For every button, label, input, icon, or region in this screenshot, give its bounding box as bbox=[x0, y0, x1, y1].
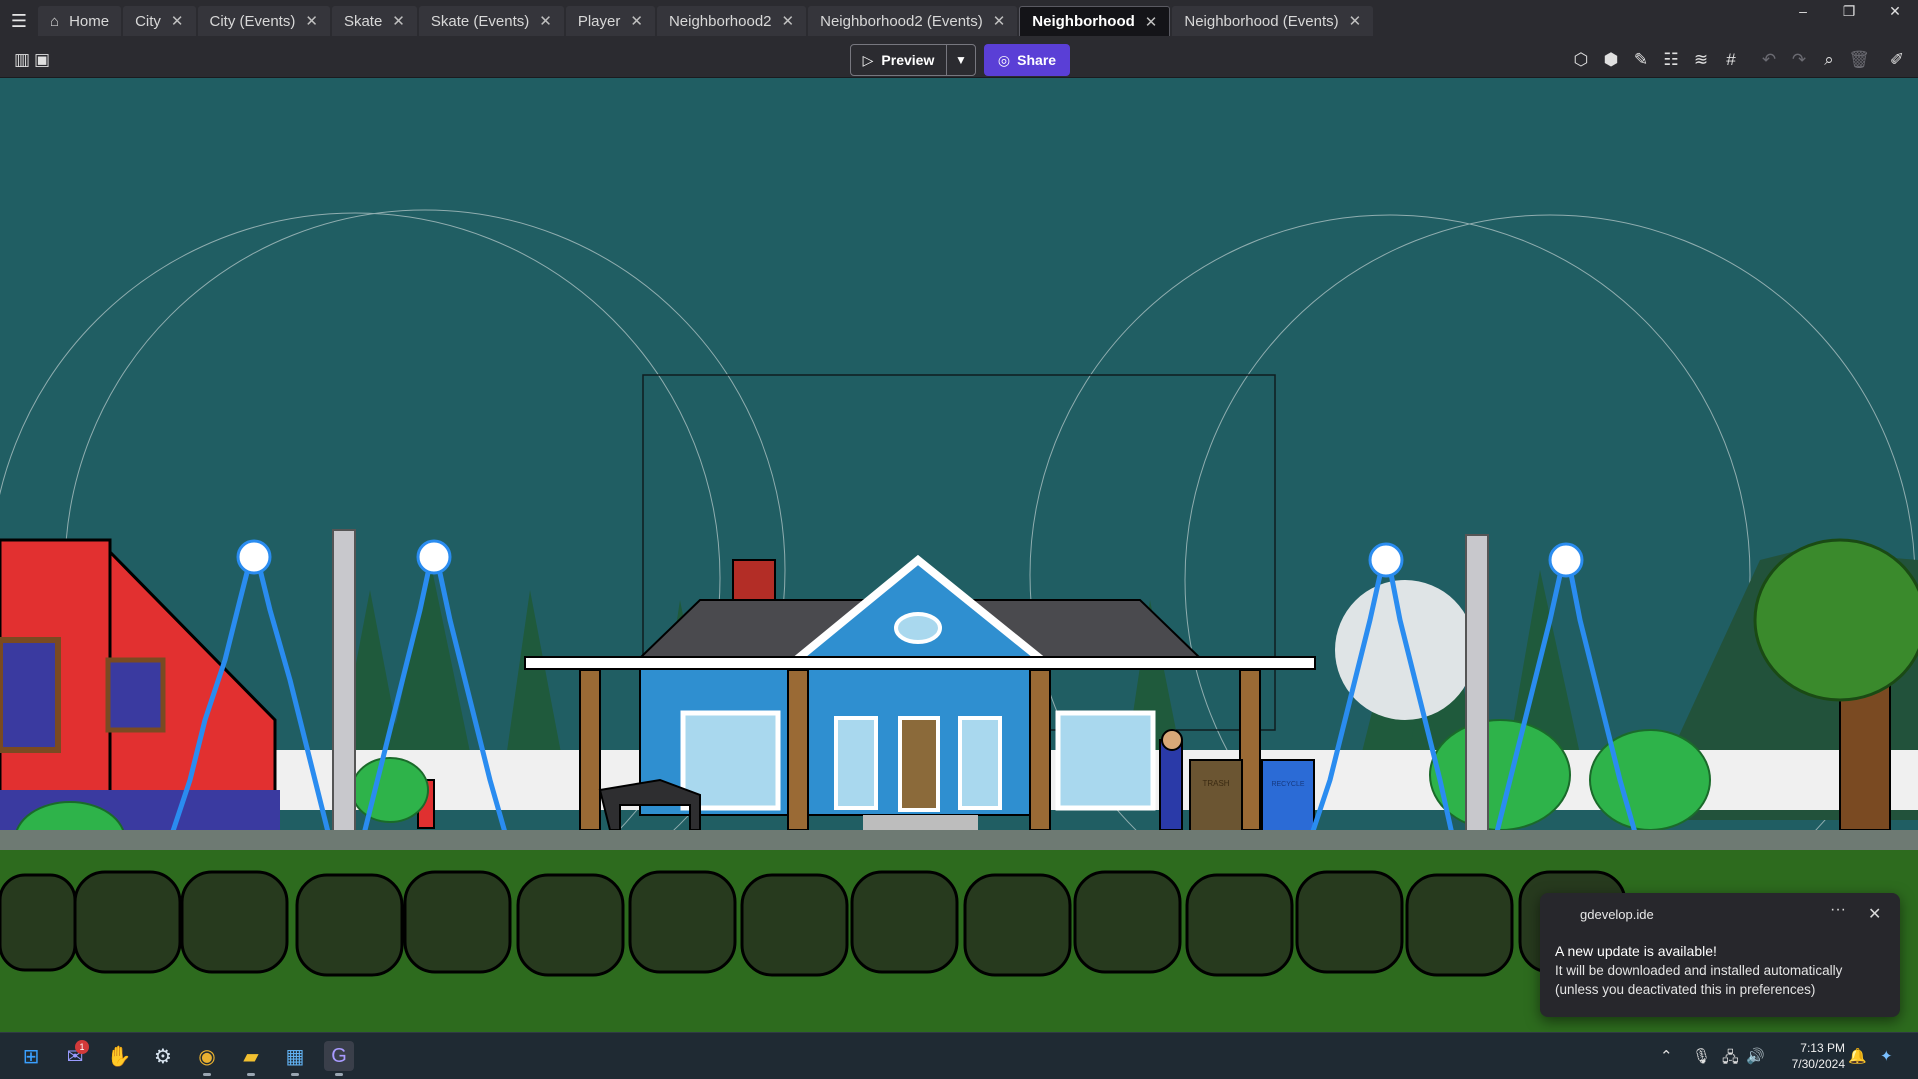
tab-city[interactable]: City ✕ bbox=[123, 6, 196, 36]
hand-icon[interactable]: ✋ bbox=[104, 1041, 134, 1071]
steam-icon[interactable]: ⚙ bbox=[148, 1041, 178, 1071]
tab-label: Home bbox=[69, 12, 110, 30]
notification-badge: 1 bbox=[75, 1040, 89, 1054]
share-label: Share bbox=[1017, 52, 1057, 68]
trash-bin-label: TRASH bbox=[1202, 779, 1229, 788]
tab-skate-events[interactable]: Skate (Events) ✕ bbox=[418, 6, 564, 36]
bell-icon[interactable]: 🔔 bbox=[1848, 1047, 1867, 1065]
scene-drawing: TRASH RECYCLE bbox=[0, 209, 1918, 1032]
tab-label: City bbox=[135, 12, 161, 30]
tab-city-events[interactable]: City (Events) ✕ bbox=[197, 6, 330, 36]
tab-label: Neighborhood (Events) bbox=[1184, 12, 1339, 30]
tab-label: City (Events) bbox=[209, 12, 296, 30]
tab-close-icon[interactable]: ✕ bbox=[1349, 12, 1362, 30]
scene-toolbar: ▥ ▣ ▷ Preview ▼ ◎ Share ⬡ ⬢ ✎ ☷ ≋ # ↶ ↷ … bbox=[0, 42, 1918, 78]
grid-icon[interactable]: # bbox=[1719, 48, 1743, 72]
tab-player[interactable]: Player ✕ bbox=[565, 6, 655, 36]
microphone-icon[interactable]: 🎙 bbox=[1692, 1047, 1711, 1065]
chrome-icon[interactable]: ◉ bbox=[192, 1041, 222, 1076]
tab-close-icon[interactable]: ✕ bbox=[1145, 13, 1158, 31]
instances-list-icon[interactable]: ☷ bbox=[1659, 48, 1683, 72]
share-button[interactable]: ◎ Share bbox=[984, 44, 1070, 76]
delete-icon[interactable]: 🗑 bbox=[1847, 48, 1871, 72]
tab-bar: ☰ ⌂ Home City ✕ City (Events) ✕ Skate ✕ Skate (E… bbox=[0, 0, 1918, 42]
tab-label: Neighborhood bbox=[1032, 13, 1135, 30]
tab-close-icon[interactable]: ✕ bbox=[305, 12, 318, 30]
tab-label: Neighborhood2 (Events) bbox=[820, 12, 983, 30]
volume-icon[interactable]: 🔊 bbox=[1746, 1047, 1765, 1065]
scene-properties-icon[interactable]: ▣ bbox=[30, 48, 54, 72]
tab-close-icon[interactable]: ✕ bbox=[171, 12, 184, 30]
tab-neighborhood[interactable]: Neighborhood ✕ bbox=[1019, 6, 1171, 36]
notification-title: A new update is available! bbox=[1555, 943, 1717, 959]
close-icon[interactable]: ✕ bbox=[1868, 904, 1881, 924]
restore-button[interactable]: ❐ bbox=[1826, 0, 1872, 22]
window-controls: – ❐ ✕ bbox=[1780, 0, 1918, 22]
preview-label: Preview bbox=[881, 52, 935, 68]
zoom-icon[interactable]: ⌕ bbox=[1817, 48, 1841, 72]
play-icon: ▷ bbox=[862, 51, 874, 68]
tab-neighborhood-events[interactable]: Neighborhood (Events) ✕ bbox=[1172, 6, 1374, 36]
file-explorer-icon[interactable]: ▰ bbox=[236, 1041, 266, 1076]
recycle-bin-label: RECYCLE bbox=[1271, 781, 1304, 788]
notification-source: gdevelop.ide bbox=[1580, 907, 1654, 922]
edit-scene-icon[interactable]: ✐ bbox=[1885, 48, 1909, 72]
tab-neighborhood2-events[interactable]: Neighborhood2 (Events) ✕ bbox=[808, 6, 1018, 36]
notification-body: It will be downloaded and installed auto… bbox=[1555, 963, 1843, 978]
chevron-up-icon[interactable]: ⌃ bbox=[1660, 1047, 1673, 1065]
more-options-icon[interactable]: ··· bbox=[1830, 901, 1846, 919]
tab-skate[interactable]: Skate ✕ bbox=[331, 6, 417, 36]
layers-icon[interactable]: ≋ bbox=[1689, 48, 1713, 72]
tab-close-icon[interactable]: ✕ bbox=[392, 12, 405, 30]
globe-icon: ◎ bbox=[997, 51, 1011, 68]
windows-start-icon[interactable]: ⊞ bbox=[16, 1041, 46, 1071]
tab-label: Skate bbox=[343, 12, 383, 30]
tab-close-icon[interactable]: ✕ bbox=[539, 12, 552, 30]
object-groups-icon[interactable]: ⬢ bbox=[1599, 48, 1623, 72]
photos-icon[interactable]: ▦ bbox=[280, 1041, 310, 1076]
edit-icon[interactable]: ✎ bbox=[1629, 48, 1653, 72]
tab-label: Skate (Events) bbox=[430, 12, 530, 30]
home-icon: ⌂ bbox=[50, 12, 60, 30]
hedge-row bbox=[0, 870, 1627, 977]
trash-bin bbox=[1189, 759, 1243, 833]
tab-label: Neighborhood2 bbox=[668, 12, 772, 30]
tab-label: Player bbox=[577, 12, 621, 30]
update-notification: gdevelop.ide ··· ✕ A new update is avail… bbox=[1540, 893, 1900, 1017]
sidewalk bbox=[0, 830, 1918, 850]
preview-button[interactable]: ▷ Preview bbox=[851, 45, 947, 75]
clock-date: 7/30/2024 bbox=[1791, 1057, 1845, 1071]
notification-body: (unless you deactivated this in preferen… bbox=[1555, 982, 1816, 997]
undo-icon[interactable]: ↶ bbox=[1757, 48, 1781, 72]
close-window-button[interactable]: ✕ bbox=[1872, 0, 1918, 22]
minimize-button[interactable]: – bbox=[1780, 0, 1826, 22]
copilot-icon[interactable]: ✦ bbox=[1880, 1047, 1893, 1065]
tab-close-icon[interactable]: ✕ bbox=[782, 12, 795, 30]
tab-close-icon[interactable]: ✕ bbox=[630, 12, 643, 30]
object-icon[interactable]: ⬡ bbox=[1569, 48, 1593, 72]
preview-dropdown-button[interactable]: ▼ bbox=[947, 45, 975, 75]
scene-canvas[interactable]: TRASH RECYCLE gdevelop.ide ··· ✕ A new u… bbox=[0, 78, 1918, 1032]
clock[interactable]: 7:13 PM 7/30/2024 bbox=[1775, 1040, 1845, 1072]
police-officer-sprite bbox=[1159, 729, 1183, 831]
preview-button-group: ▷ Preview ▼ bbox=[850, 44, 976, 76]
windows-taskbar: ⊞ ✉ 1 ✋ ⚙ ◉ ▰ ▦ G ⌃ 🎙 🖧 🔊 7:13 PM 7/30/2… bbox=[0, 1032, 1918, 1079]
tab-close-icon[interactable]: ✕ bbox=[993, 12, 1006, 30]
recycle-bin bbox=[1261, 759, 1315, 833]
network-icon[interactable]: 🖧 bbox=[1722, 1047, 1739, 1072]
hamburger-menu-icon[interactable]: ☰ bbox=[0, 0, 38, 42]
chevron-down-icon: ▼ bbox=[955, 53, 967, 67]
red-building bbox=[0, 538, 280, 830]
redo-icon[interactable]: ↷ bbox=[1787, 48, 1811, 72]
gdevelop-icon[interactable]: G bbox=[324, 1041, 354, 1076]
tab-home[interactable]: ⌂ Home bbox=[38, 6, 122, 36]
clock-time: 7:13 PM bbox=[1800, 1041, 1845, 1055]
tabs-container: ⌂ Home City ✕ City (Events) ✕ Skate ✕ Skate (Eve… bbox=[38, 6, 1375, 36]
tab-neighborhood2[interactable]: Neighborhood2 ✕ bbox=[656, 6, 807, 36]
